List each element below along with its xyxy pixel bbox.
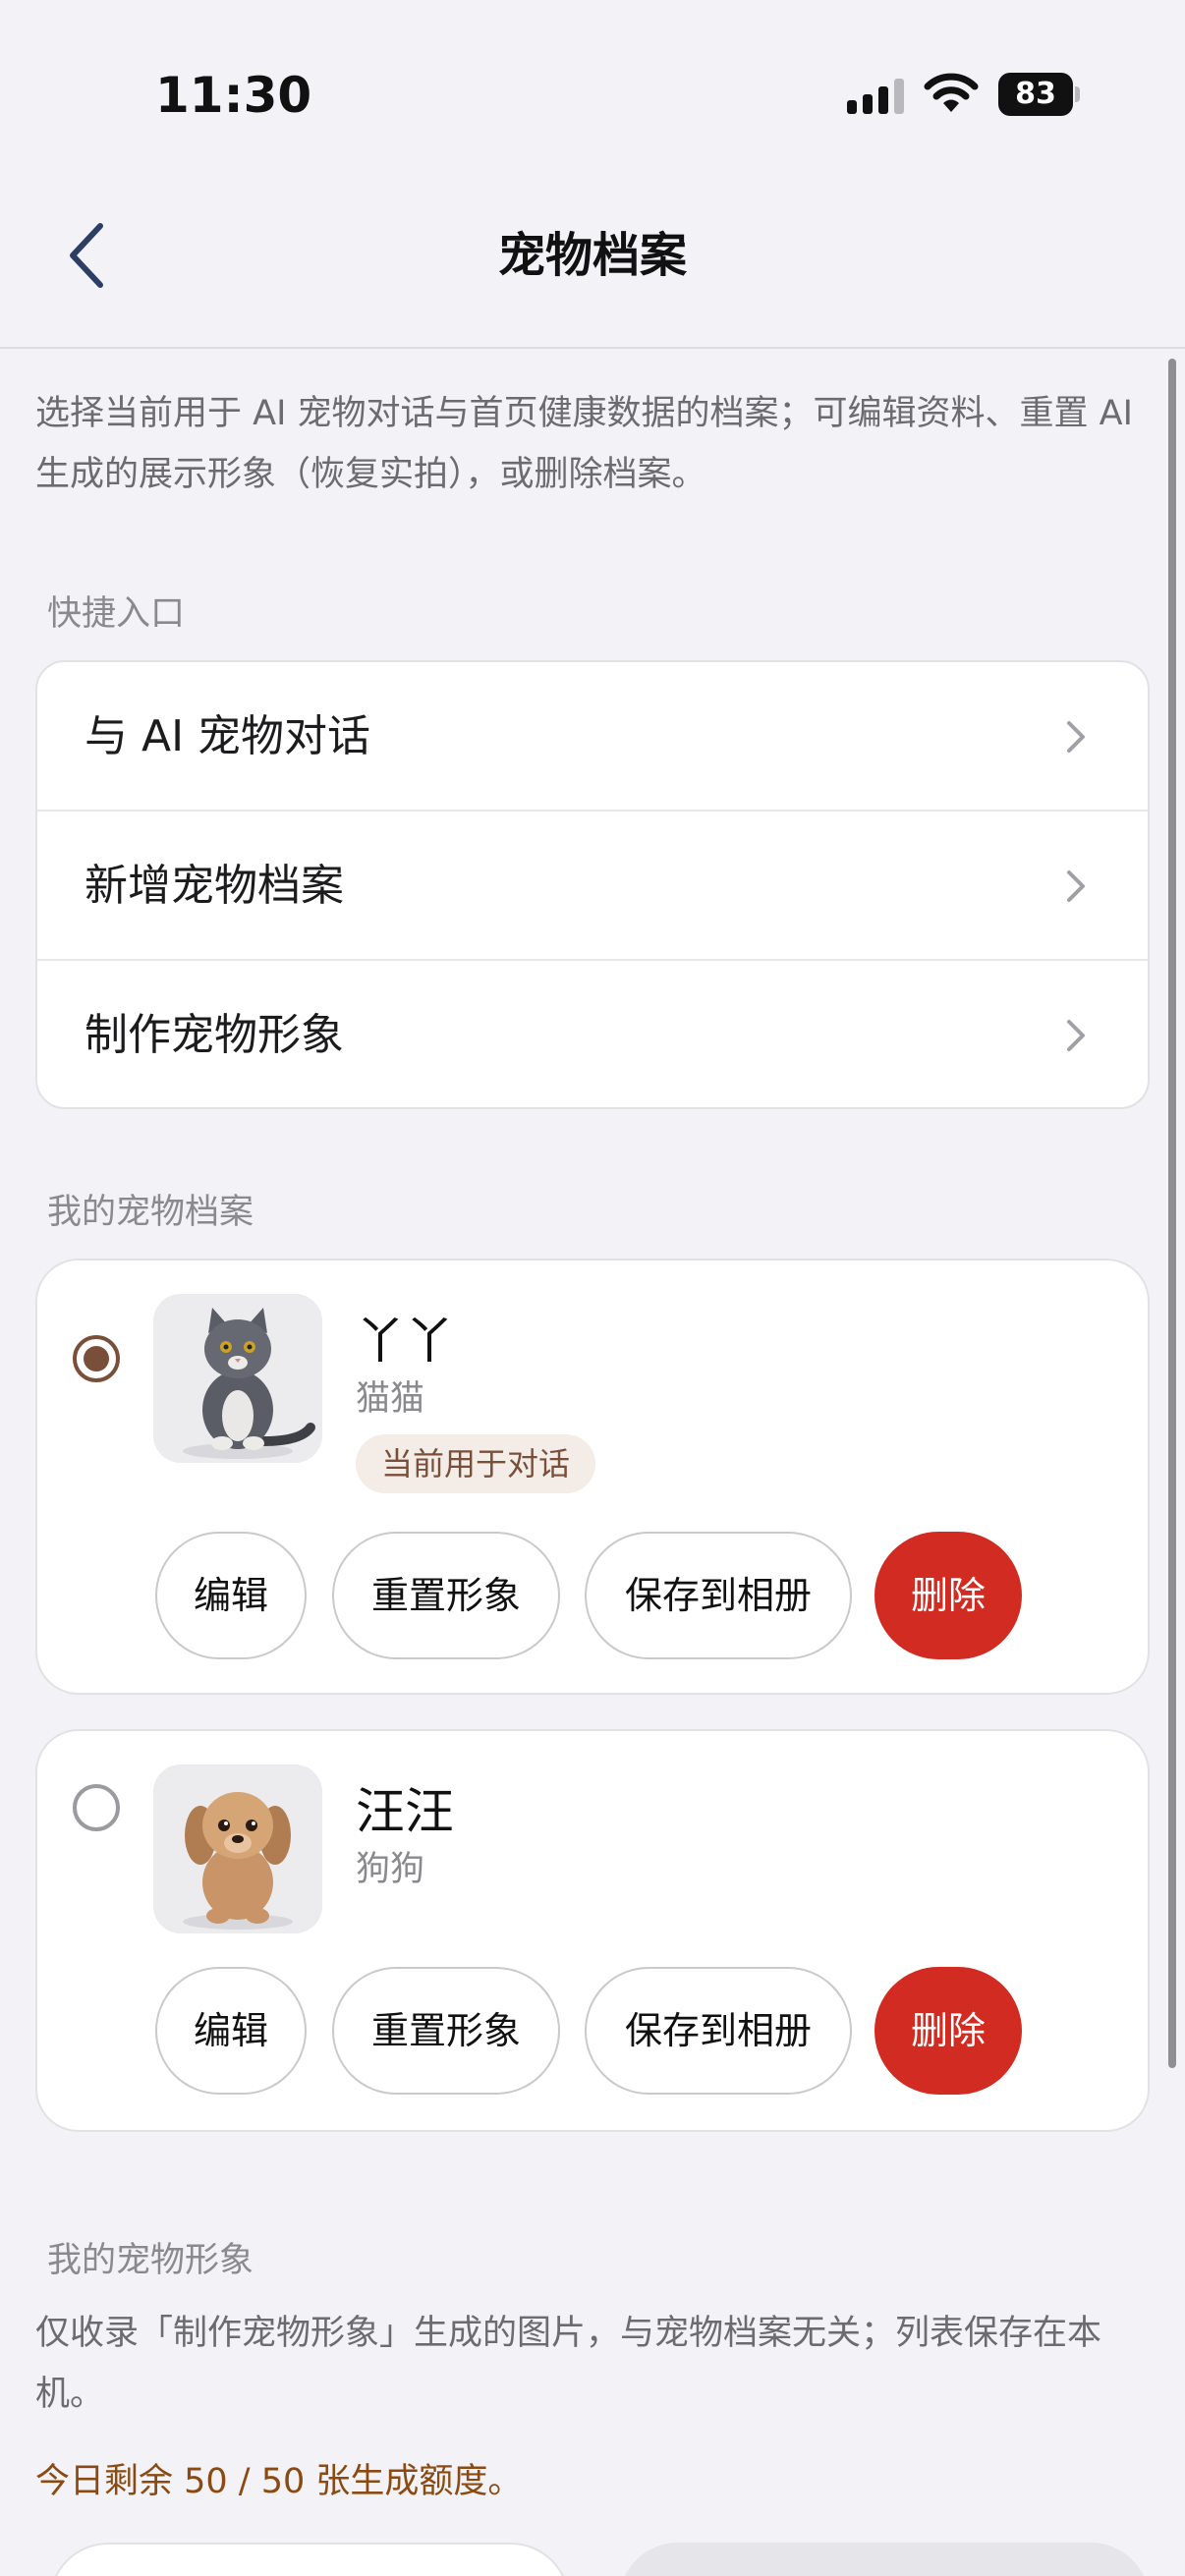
- dog-illustration-icon: [153, 1764, 322, 1933]
- chevron-right-icon: [1067, 870, 1085, 902]
- wifi-icon: [924, 73, 979, 112]
- gallery-note: 仅收录「制作宠物形象」生成的图片，与宠物档案无关；列表保存在本机。: [35, 2314, 1102, 2414]
- generation-quota: 今日剩余 50 / 50 张生成额度。: [35, 2462, 523, 2501]
- save-to-album-button[interactable]: 保存到相册: [585, 1532, 852, 1659]
- cellular-signal-icon: [847, 79, 904, 114]
- edit-button[interactable]: 编辑: [155, 1532, 307, 1659]
- page-title: 宠物档案: [497, 228, 687, 283]
- navigation-bar: 宠物档案: [0, 187, 1185, 349]
- pet-name: 丫丫: [356, 1313, 454, 1370]
- cat-illustration-icon: [153, 1294, 322, 1463]
- intro-description: 选择当前用于 AI 宠物对话与首页健康数据的档案；可编辑资料、重置 AI 生成的…: [35, 394, 1133, 494]
- chevron-right-icon: [1067, 1020, 1085, 1051]
- delete-button[interactable]: 删除: [875, 1967, 1022, 2095]
- pet-name: 汪汪: [356, 1783, 454, 1840]
- shortcuts-section-label: 快捷入口: [47, 594, 186, 634]
- shortcut-label: 与 AI 宠物对话: [85, 711, 371, 761]
- pet-select-radio[interactable]: [73, 1335, 120, 1382]
- pet-select-radio[interactable]: [73, 1784, 120, 1831]
- chevron-right-icon: [1067, 721, 1085, 753]
- shortcut-create-pet-image[interactable]: 制作宠物形象: [37, 961, 1148, 1107]
- delete-button[interactable]: 删除: [875, 1532, 1022, 1659]
- pet-profile-card[interactable]: 丫丫 猫猫 当前用于对话 编辑 重置形象 保存到相册 删除: [35, 1259, 1150, 1695]
- shortcut-label: 制作宠物形象: [85, 1010, 344, 1060]
- shortcut-ai-chat[interactable]: 与 AI 宠物对话: [37, 662, 1148, 812]
- status-time: 11:30: [155, 67, 312, 124]
- shortcuts-card: 与 AI 宠物对话 新增宠物档案 制作宠物形象: [35, 660, 1150, 1109]
- pet-profile-card[interactable]: 汪汪 狗狗 编辑 重置形象 保存到相册 删除: [35, 1729, 1150, 2132]
- pet-images-section-label: 我的宠物形象: [47, 2241, 254, 2280]
- battery-tip: [1075, 86, 1080, 102]
- status-bar: 11:30 83: [0, 0, 1185, 187]
- battery-level: 83: [998, 73, 1073, 116]
- shortcut-label: 新增宠物档案: [85, 861, 344, 911]
- pet-species: 猫猫: [356, 1379, 425, 1419]
- reset-image-button[interactable]: 重置形象: [332, 1532, 560, 1659]
- pet-avatar-cat: [153, 1294, 322, 1463]
- shortcut-add-pet-profile[interactable]: 新增宠物档案: [37, 812, 1148, 961]
- reset-image-button[interactable]: 重置形象: [332, 1967, 560, 2095]
- save-to-album-button[interactable]: 保存到相册: [585, 1967, 852, 2095]
- edit-button[interactable]: 编辑: [155, 1967, 307, 2095]
- pet-species: 狗狗: [356, 1850, 425, 1889]
- battery-icon: 83: [998, 73, 1080, 116]
- current-chat-badge: 当前用于对话: [356, 1434, 596, 1493]
- gallery-action-button[interactable]: [619, 2543, 1150, 2576]
- pet-profiles-section-label: 我的宠物档案: [47, 1193, 254, 1232]
- scroll-indicator[interactable]: [1168, 359, 1176, 2068]
- gallery-action-button[interactable]: [49, 2543, 570, 2576]
- pet-avatar-dog: [153, 1764, 322, 1933]
